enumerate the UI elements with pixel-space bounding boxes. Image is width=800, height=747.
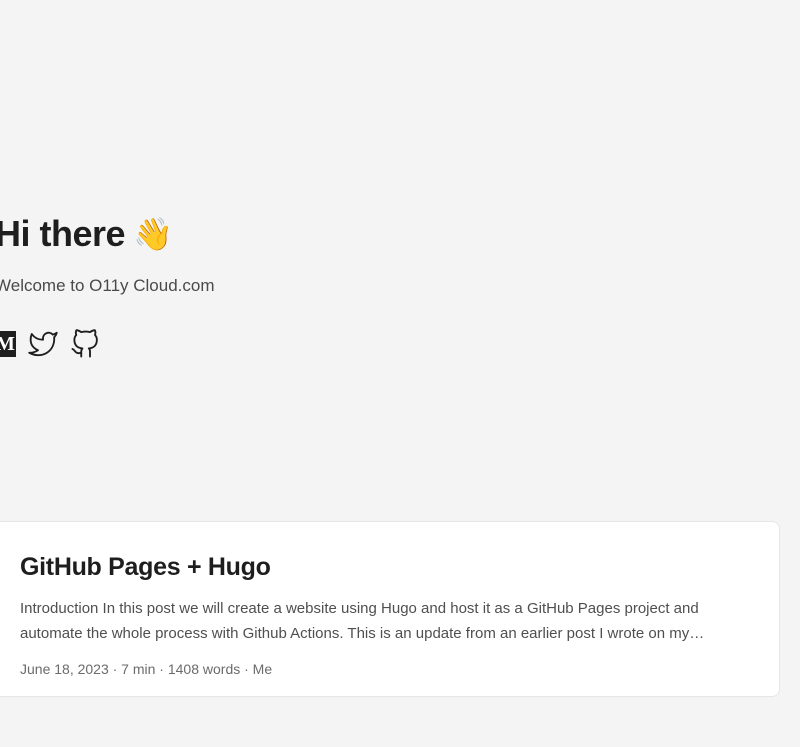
social-icons: M bbox=[0, 329, 215, 359]
post-title[interactable]: GitHub Pages + Hugo bbox=[20, 550, 749, 584]
hero-subtitle: Welcome to O11y Cloud.com bbox=[0, 276, 215, 295]
post-summary: Introduction In this post we will create… bbox=[20, 600, 705, 642]
hero-title: Hi there 👋 bbox=[0, 206, 215, 262]
medium-icon: M bbox=[0, 331, 16, 357]
post-entry[interactable]: GitHub Pages + Hugo Introduction In this… bbox=[0, 521, 780, 697]
hero-title-text: Hi there bbox=[0, 213, 126, 254]
page: Hi there 👋 Welcome to O11y Cloud.com M G… bbox=[0, 0, 800, 747]
waving-hand-emoji: 👋 bbox=[133, 216, 173, 252]
medium-link[interactable]: M bbox=[0, 331, 16, 357]
twitter-icon bbox=[28, 331, 58, 357]
github-link[interactable] bbox=[70, 329, 100, 359]
twitter-link[interactable] bbox=[28, 329, 58, 359]
post-meta: June 18, 2023 · 7 min · 1408 words · Me bbox=[20, 661, 273, 677]
github-icon bbox=[71, 329, 98, 358]
home-info: Hi there 👋 Welcome to O11y Cloud.com M bbox=[0, 206, 215, 359]
